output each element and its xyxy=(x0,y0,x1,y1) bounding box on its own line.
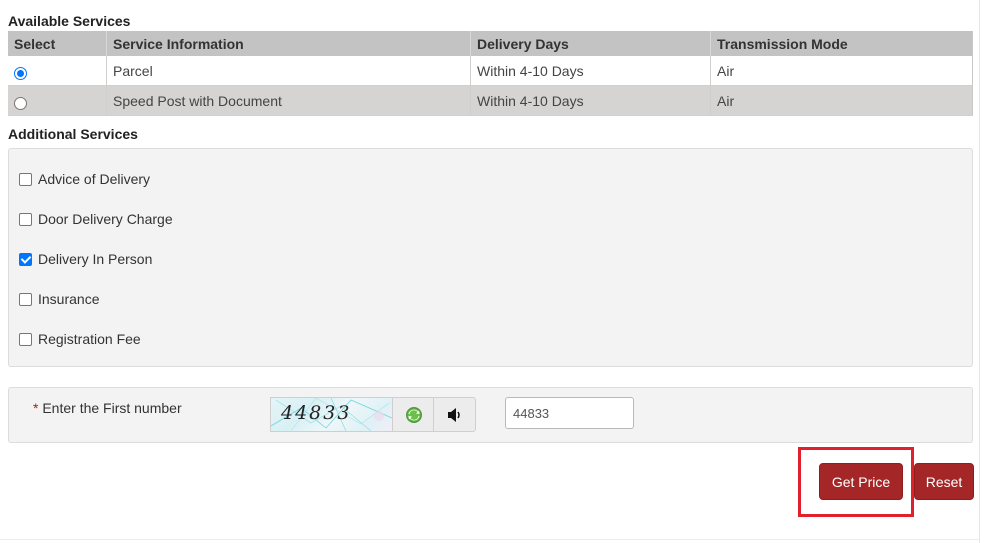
column-header-select: Select xyxy=(8,31,107,56)
additional-services-panel: Advice of Delivery Door Delivery Charge … xyxy=(8,148,973,367)
service-radio-parcel[interactable] xyxy=(14,67,27,80)
checkbox-item-delivery-in-person[interactable]: Delivery In Person xyxy=(19,251,152,267)
checkbox-item-advice-of-delivery[interactable]: Advice of Delivery xyxy=(19,171,150,187)
checkbox-label: Advice of Delivery xyxy=(38,171,151,187)
select-cell xyxy=(8,56,107,86)
column-header-transmission-mode: Transmission Mode xyxy=(710,31,973,56)
speaker-icon xyxy=(447,407,460,422)
checkbox-advice-of-delivery[interactable] xyxy=(19,172,32,186)
refresh-captcha-button[interactable] xyxy=(392,397,435,432)
table-header-row: Select Service Information Delivery Days… xyxy=(8,31,973,56)
captcha-image: 44833 xyxy=(270,397,393,432)
checkbox-label: Door Delivery Charge xyxy=(38,211,173,227)
table-row[interactable]: Parcel Within 4-10 Days Air xyxy=(8,56,973,86)
captcha-label-text: Enter the First number xyxy=(42,400,182,416)
captcha-panel: * Enter the First number 44833 xyxy=(8,387,973,443)
select-cell xyxy=(8,85,107,116)
table-row[interactable]: Speed Post with Document Within 4-10 Day… xyxy=(8,85,973,116)
checkbox-delivery-in-person[interactable] xyxy=(19,252,32,266)
available-services-title: Available Services xyxy=(8,13,131,29)
checkbox-insurance[interactable] xyxy=(19,292,32,306)
available-services-table: Select Service Information Delivery Days… xyxy=(8,31,973,116)
captcha-text: 44833 xyxy=(281,402,352,424)
transmission-mode-cell: Air xyxy=(710,56,973,86)
captcha-input[interactable] xyxy=(505,397,634,429)
page-right-border xyxy=(979,0,984,543)
checkbox-label: Delivery In Person xyxy=(38,251,153,267)
transmission-mode-cell: Air xyxy=(710,85,973,116)
checkbox-label: Registration Fee xyxy=(38,331,141,347)
refresh-icon xyxy=(405,406,422,423)
checkbox-item-door-delivery-charge[interactable]: Door Delivery Charge xyxy=(19,211,173,227)
column-header-service-information: Service Information xyxy=(106,31,471,56)
checkbox-item-insurance[interactable]: Insurance xyxy=(19,291,99,307)
reset-button[interactable]: Reset xyxy=(914,463,974,500)
service-radio-speed-post[interactable] xyxy=(14,97,27,110)
page-bottom-border xyxy=(0,539,980,543)
checkbox-label: Insurance xyxy=(38,291,100,307)
additional-services-title: Additional Services xyxy=(8,126,138,142)
checkbox-item-registration-fee[interactable]: Registration Fee xyxy=(19,331,141,347)
column-header-delivery-days: Delivery Days xyxy=(470,31,711,56)
service-information-cell: Speed Post with Document xyxy=(106,85,471,116)
checkbox-registration-fee[interactable] xyxy=(19,332,32,346)
delivery-days-cell: Within 4-10 Days xyxy=(470,85,711,116)
checkbox-door-delivery-charge[interactable] xyxy=(19,212,32,226)
audio-captcha-button[interactable] xyxy=(433,397,476,432)
get-price-button[interactable]: Get Price xyxy=(819,463,903,500)
delivery-days-cell: Within 4-10 Days xyxy=(470,56,711,86)
captcha-label: * Enter the First number xyxy=(33,400,182,416)
service-information-cell: Parcel xyxy=(106,56,471,86)
required-marker: * xyxy=(33,400,39,416)
